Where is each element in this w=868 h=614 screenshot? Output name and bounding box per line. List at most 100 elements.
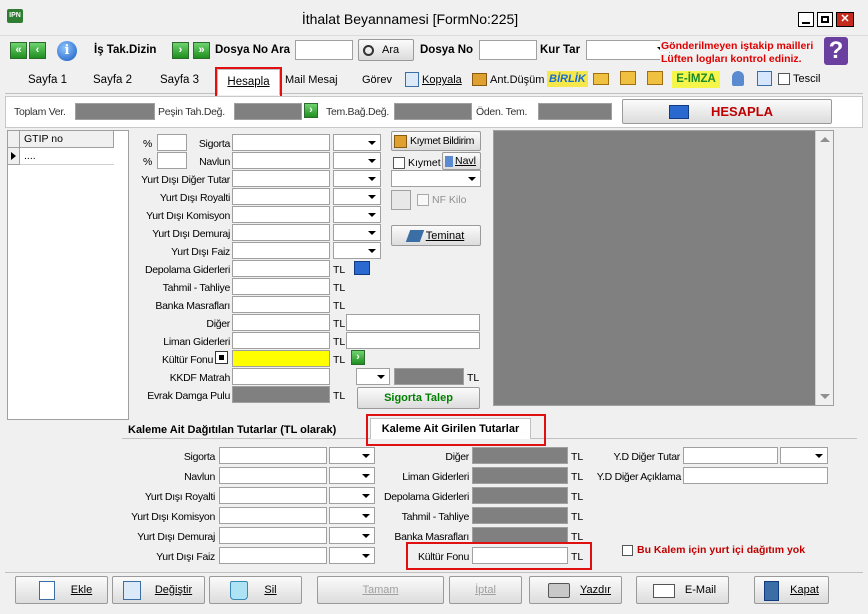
- navlun-input[interactable]: [232, 152, 330, 169]
- yd-diger-currency[interactable]: [333, 170, 381, 187]
- diger-description-input[interactable]: [346, 314, 480, 331]
- folder-up-icon[interactable]: [620, 71, 636, 85]
- lower-sigorta-currency[interactable]: [329, 447, 375, 464]
- iptal-label: İptal: [475, 584, 496, 596]
- gtip-header: [8, 131, 20, 148]
- ekle-button[interactable]: Ekle: [15, 576, 108, 604]
- kkdf-tl: TL: [467, 372, 480, 384]
- lower-yddm-input[interactable]: [219, 527, 327, 544]
- scroll-up-icon[interactable]: [820, 137, 830, 142]
- lower-ydr-currency[interactable]: [329, 487, 375, 504]
- folder-icon[interactable]: [593, 73, 609, 85]
- diger-input[interactable]: [232, 314, 330, 331]
- yd-diger-tutar-input[interactable]: [683, 447, 778, 464]
- yd-demuraj-currency[interactable]: [333, 224, 381, 241]
- yd-royalti-currency[interactable]: [333, 188, 381, 205]
- lower-ydr-input[interactable]: [219, 487, 327, 504]
- banka-input[interactable]: [232, 296, 330, 313]
- user-icon[interactable]: [732, 71, 744, 86]
- kultur-fonu-go-icon[interactable]: ›: [351, 350, 365, 365]
- lower-ydk-input[interactable]: [219, 507, 327, 524]
- ara-button[interactable]: Ara: [358, 39, 414, 61]
- dosya-no-input[interactable]: [479, 40, 537, 60]
- e-imza-button[interactable]: E-İMZA: [672, 71, 720, 88]
- sigorta-input[interactable]: [232, 134, 330, 151]
- sigorta-currency[interactable]: [333, 134, 381, 151]
- liman-description-input[interactable]: [346, 332, 480, 349]
- folder-export-icon[interactable]: [647, 71, 663, 85]
- maximize-button[interactable]: [817, 12, 833, 27]
- liman-input[interactable]: [232, 332, 330, 349]
- kur-tar-select[interactable]: [586, 40, 670, 60]
- yd-diger-aciklama-input[interactable]: [683, 467, 828, 484]
- yd-diger-tutar-currency[interactable]: [780, 447, 828, 464]
- kiymet-checkbox[interactable]: [393, 157, 405, 169]
- document-search-icon[interactable]: [757, 71, 772, 86]
- teminat-button[interactable]: Teminat: [391, 225, 481, 246]
- kkdf-input[interactable]: [232, 368, 330, 385]
- yd-faiz-currency[interactable]: [333, 242, 381, 259]
- next-record-button[interactable]: ›: [172, 42, 189, 59]
- help-icon[interactable]: ?: [824, 37, 848, 65]
- first-record-button[interactable]: «: [10, 42, 27, 59]
- lower-ydf-input[interactable]: [219, 547, 327, 564]
- kopyala-button[interactable]: Kopyala: [422, 74, 462, 86]
- yd-royalti-input[interactable]: [232, 188, 330, 205]
- birlik-button[interactable]: BİRLİK: [547, 71, 588, 87]
- preview-scrollbar[interactable]: [815, 131, 833, 405]
- lower-sigorta-input[interactable]: [219, 447, 327, 464]
- navlun-currency[interactable]: [333, 152, 381, 169]
- yd-komisyon-currency[interactable]: [333, 206, 381, 223]
- kiymet-bildirim-label: Kıymet Bildirim: [410, 135, 475, 147]
- minimize-button[interactable]: [798, 12, 814, 27]
- tab-sayfa1[interactable]: Sayfa 1: [28, 74, 67, 86]
- yd-komisyon-input[interactable]: [232, 206, 330, 223]
- yurt-ici-checkbox[interactable]: [622, 545, 633, 556]
- tescil-checkbox[interactable]: [778, 73, 790, 85]
- tab-dagitilan[interactable]: Kaleme Ait Dağıtılan Tutarlar (TL olarak…: [128, 424, 336, 436]
- calculator-small-icon[interactable]: [354, 261, 370, 275]
- navl-button[interactable]: Navl: [442, 152, 481, 170]
- tahmil-input[interactable]: [232, 278, 330, 295]
- kkdf-currency[interactable]: [356, 368, 390, 385]
- kultur-fonu-checkbox[interactable]: [215, 351, 228, 364]
- yazdir-button[interactable]: Yazdır: [529, 576, 622, 604]
- close-button[interactable]: ✕: [836, 12, 854, 27]
- sil-button[interactable]: Sil: [209, 576, 302, 604]
- yd-diger-input[interactable]: [232, 170, 330, 187]
- iptal-button[interactable]: İptal: [449, 576, 522, 604]
- dosya-no-ara-input[interactable]: [295, 40, 353, 60]
- last-record-button[interactable]: »: [193, 42, 210, 59]
- nf-kilo-checkbox[interactable]: [417, 194, 429, 206]
- depolama-input[interactable]: [232, 260, 330, 277]
- tab-gorev[interactable]: Görev: [362, 74, 392, 86]
- yd-demuraj-label: Yurt Dışı Demuraj: [152, 228, 230, 240]
- tamam-button[interactable]: Tamam: [317, 576, 444, 604]
- gtip-row[interactable]: ....: [20, 148, 114, 165]
- scroll-down-icon[interactable]: [820, 394, 830, 399]
- lower-ydf-currency[interactable]: [329, 547, 375, 564]
- degistir-button[interactable]: Değiştir: [112, 576, 205, 604]
- email-button[interactable]: E-Mail: [636, 576, 729, 604]
- kapat-button[interactable]: Kapat: [754, 576, 829, 604]
- is-tak-dizin-label[interactable]: İş Tak.Dizin: [94, 44, 156, 56]
- lower-navlun-input[interactable]: [219, 467, 327, 484]
- yd-demuraj-input[interactable]: [232, 224, 330, 241]
- gtip-header-cell[interactable]: GTIP no: [20, 131, 114, 148]
- tab-sayfa2[interactable]: Sayfa 2: [93, 74, 132, 86]
- sigorta-talep-button[interactable]: Sigorta Talep: [357, 387, 480, 409]
- ant-dusum-button[interactable]: Ant.Düşüm: [490, 74, 544, 86]
- kiymet-bildirim-button[interactable]: Kıymet Bildirim: [391, 131, 481, 151]
- lower-ydk-currency[interactable]: [329, 507, 375, 524]
- kiymet-select[interactable]: [391, 170, 481, 187]
- info-icon[interactable]: i: [57, 41, 77, 61]
- tab-sayfa3[interactable]: Sayfa 3: [160, 74, 199, 86]
- kultur-fonu-input[interactable]: [232, 350, 330, 367]
- tab-mail[interactable]: Mail Mesaj: [285, 74, 338, 86]
- lower-yddm-currency[interactable]: [329, 527, 375, 544]
- yd-faiz-input[interactable]: [232, 242, 330, 259]
- hesapla-button[interactable]: HESAPLA: [622, 99, 832, 124]
- prev-record-button[interactable]: ‹: [29, 42, 46, 59]
- lower-navlun-currency[interactable]: [329, 467, 375, 484]
- go-arrow-icon[interactable]: ›: [304, 103, 318, 118]
